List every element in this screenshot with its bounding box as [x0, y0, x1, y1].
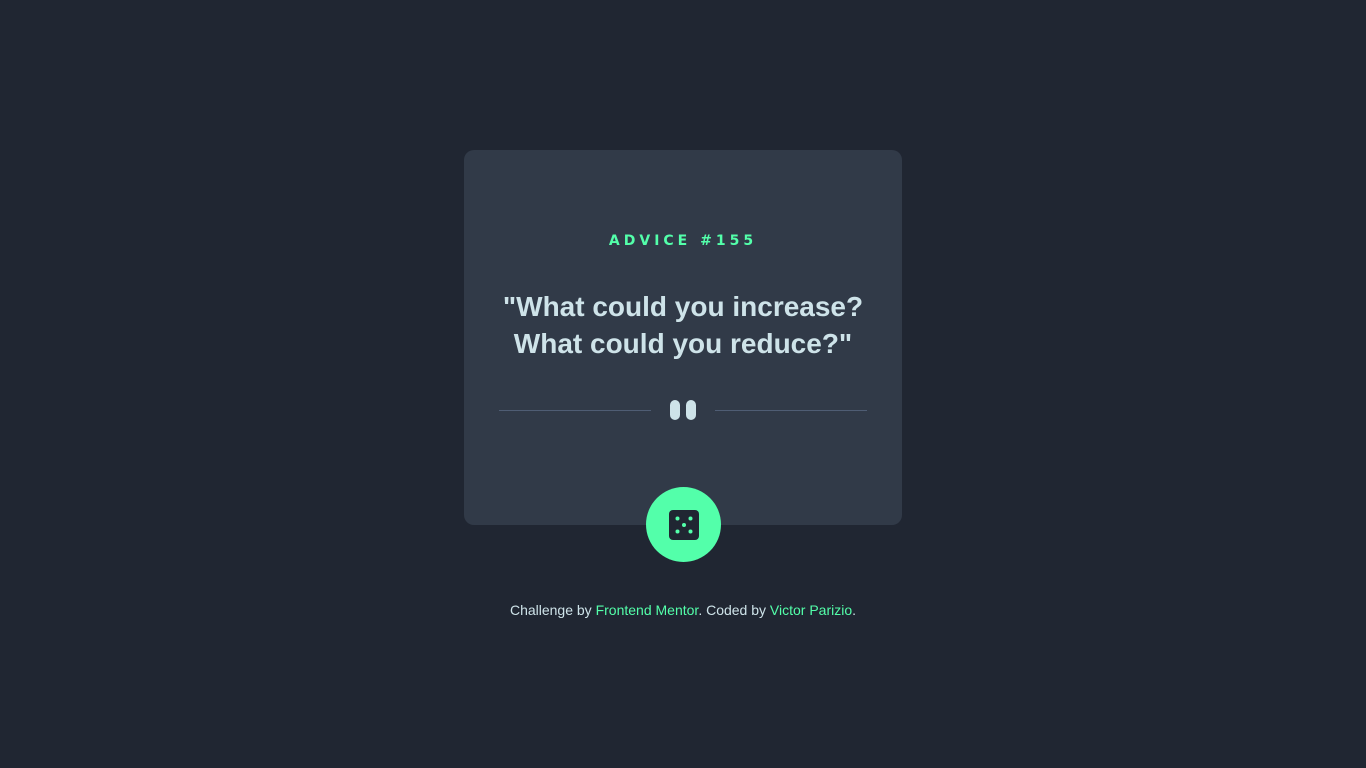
pause-icon — [670, 400, 696, 420]
footer-suffix: . — [852, 602, 857, 618]
advice-card: ADVICE #155 "What could you increase? Wh… — [464, 150, 902, 525]
divider — [499, 400, 867, 420]
advice-text: "What could you increase? What could you… — [502, 291, 864, 359]
footer-middle: . Coded by — [698, 602, 770, 618]
attribution-footer: Challenge by Frontend Mentor. Coded by V… — [0, 600, 1366, 620]
footer-prefix: Challenge by — [509, 602, 596, 618]
dice-icon — [668, 509, 699, 540]
divider-line-right — [715, 410, 867, 411]
frontend-mentor-link[interactable]: Frontend Mentor — [596, 602, 699, 618]
dice-button[interactable] — [646, 487, 721, 562]
author-link[interactable]: Victor Parizio — [770, 602, 852, 618]
advice-id: ADVICE #155 — [608, 233, 758, 249]
divider-line-left — [499, 410, 651, 411]
